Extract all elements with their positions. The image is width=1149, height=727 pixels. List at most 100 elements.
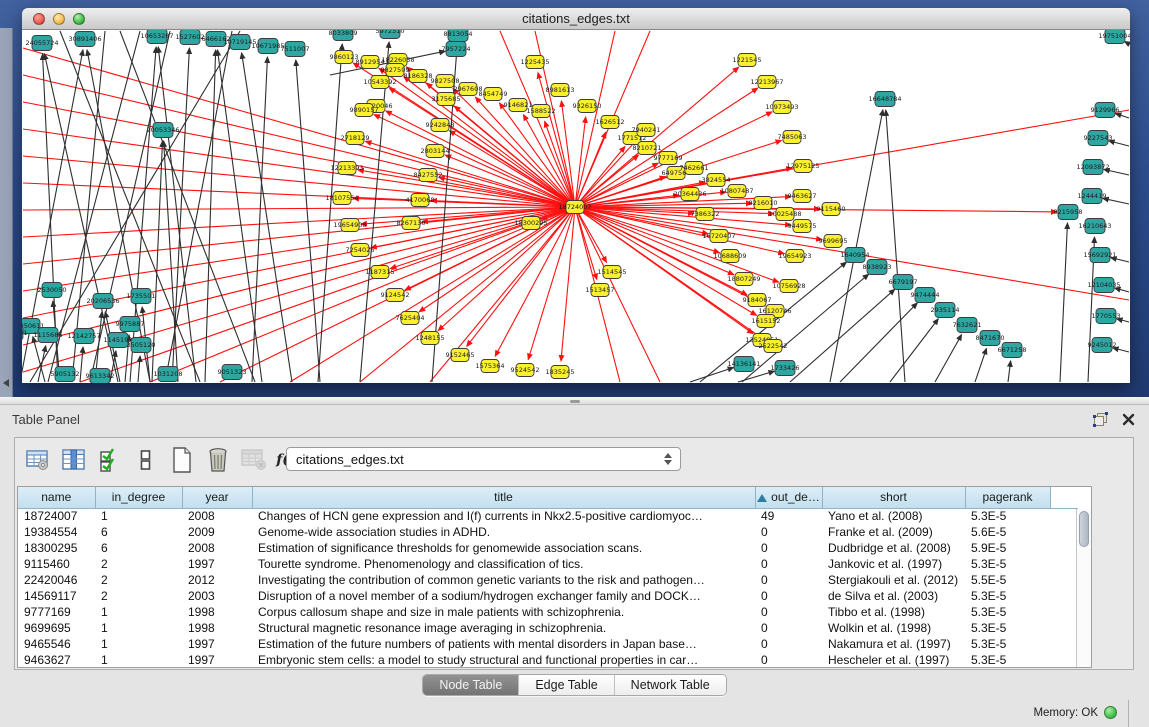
graph-node[interactable]: 8454749	[479, 88, 508, 101]
tab-edge-table[interactable]: Edge Table	[519, 675, 614, 695]
table-cell[interactable]: 1	[95, 604, 182, 620]
table-cell[interactable]: 5.6E-5	[965, 524, 1050, 540]
column-header-indegree[interactable]: in_degree	[95, 487, 182, 508]
table-row[interactable]: 1938455462009Genome-wide association stu…	[18, 524, 1078, 540]
graph-node[interactable]: 9524542	[511, 364, 540, 377]
graph-node[interactable]: 2530050	[38, 283, 67, 298]
table-cell[interactable]: 5.3E-5	[965, 652, 1050, 668]
graph-node[interactable]: 1626512	[596, 116, 625, 129]
window-titlebar[interactable]: citations_edges.txt	[22, 8, 1130, 30]
graph-node[interactable]: 1588522	[527, 105, 556, 118]
table-cell[interactable]: Genome-wide association studies in ADHD.	[252, 524, 755, 540]
table-cell[interactable]: 2	[95, 556, 182, 572]
table-cell[interactable]: 0	[755, 604, 822, 620]
graph-node[interactable]: 12213393	[330, 162, 363, 175]
table-row[interactable]: 911546021997Tourette syndrome. Phenomeno…	[18, 556, 1078, 572]
graph-node[interactable]: 19751004	[1098, 30, 1130, 44]
graph-node[interactable]: 9115460	[817, 203, 846, 216]
graph-node[interactable]: 7632621	[953, 318, 982, 333]
graph-node[interactable]: 16648784	[868, 92, 901, 107]
graph-node[interactable]: 14136141	[727, 357, 760, 372]
table-cell[interactable]: 6	[95, 524, 182, 540]
table-cell[interactable]: 2012	[182, 572, 252, 588]
graph-node[interactable]: 7957224	[442, 42, 471, 57]
graph-node[interactable]: 9242848	[426, 119, 455, 132]
table-cell[interactable]: 5.9E-5	[965, 540, 1050, 556]
graph-node[interactable]: 9474444	[911, 288, 940, 303]
table-cell[interactable]: 1998	[182, 620, 252, 636]
graph-node[interactable]: 10973493	[765, 101, 798, 114]
graph-node[interactable]: 1615152	[752, 315, 781, 328]
table-cell[interactable]: Investigating the contribution of common…	[252, 572, 755, 588]
table-cell[interactable]: 1997	[182, 636, 252, 652]
table-cell[interactable]: Disruption of a novel member of a sodium…	[252, 588, 755, 604]
float-window-icon[interactable]	[1091, 410, 1109, 428]
table-cell[interactable]: 9699695	[18, 620, 95, 636]
graph-node[interactable]: 12975125	[786, 160, 819, 173]
splitter-grip[interactable]	[570, 400, 580, 403]
graph-node[interactable]: 8267130	[397, 217, 426, 230]
tab-network-table[interactable]: Network Table	[615, 675, 726, 695]
table-cell[interactable]: Changes of HCN gene expression and I(f) …	[252, 508, 755, 524]
graph-node[interactable]: 1835245	[546, 366, 575, 379]
select-rows-icon[interactable]	[95, 446, 125, 474]
table-cell[interactable]: Tourette syndrome. Phenomenology and cla…	[252, 556, 755, 572]
table-cell[interactable]: Tibbo et al. (1998)	[822, 604, 965, 620]
graph-node[interactable]: 18807249	[727, 273, 760, 286]
graph-node[interactable]: 9227543	[1084, 131, 1113, 146]
panel-collapse-arrow-icon[interactable]	[3, 379, 9, 387]
tab-node-table[interactable]: Node Table	[423, 675, 519, 695]
graph-node[interactable]: 20364436	[673, 188, 706, 201]
graph-node[interactable]: 8033809	[329, 30, 358, 41]
table-cell[interactable]: 2	[95, 588, 182, 604]
table-cell[interactable]: 2003	[182, 588, 252, 604]
graph-node[interactable]: 9463627	[788, 190, 817, 203]
table-cell[interactable]: 0	[755, 556, 822, 572]
table-cell[interactable]: 18724007	[18, 508, 95, 524]
graph-node[interactable]: 9184067	[743, 294, 772, 307]
table-row[interactable]: 1872400712008Changes of HCN gene express…	[18, 508, 1078, 524]
table-cell[interactable]: 1	[95, 652, 182, 668]
table-cell[interactable]: 1	[95, 508, 182, 524]
graph-node[interactable]: 6671258	[998, 343, 1027, 358]
table-settings-icon[interactable]	[23, 446, 53, 474]
graph-node[interactable]: 20053346	[146, 123, 179, 138]
table-cell[interactable]: 49	[755, 508, 822, 524]
column-header-outde[interactable]: out_de…	[755, 487, 822, 508]
graph-node[interactable]: 6679197	[889, 275, 918, 290]
panel-splitter[interactable]	[0, 397, 1149, 405]
graph-node[interactable]: 7625404	[396, 312, 425, 325]
table-cell[interactable]: Estimation of significance thresholds fo…	[252, 540, 755, 556]
table-cell[interactable]: Wolkin et al. (1998)	[822, 620, 965, 636]
graph-node[interactable]: 8938923	[863, 260, 892, 275]
table-cell[interactable]: 5.5E-5	[965, 572, 1050, 588]
graph-node[interactable]: 1031208	[154, 367, 183, 382]
graph-node[interactable]: 7485063	[778, 131, 807, 144]
graph-node[interactable]: 9699695	[819, 235, 848, 248]
graph-node[interactable]: 1514545	[598, 266, 627, 279]
table-cell[interactable]: Yano et al. (2008)	[822, 508, 965, 524]
graph-node[interactable]: 24055724	[25, 36, 58, 51]
column-header-pagerank[interactable]: pagerank	[965, 487, 1050, 508]
graph-node[interactable]: 9051323	[218, 365, 247, 380]
delete-rows-icon[interactable]	[203, 446, 233, 474]
graph-node[interactable]: 10688609	[713, 250, 746, 263]
graph-node[interactable]: 5905132	[51, 367, 80, 382]
graph-node[interactable]: 15692921	[1083, 248, 1116, 263]
table-cell[interactable]: 1	[95, 620, 182, 636]
table-cell[interactable]: Jankovic et al. (1997)	[822, 556, 965, 572]
table-cell[interactable]: de Silva et al. (2003)	[822, 588, 965, 604]
table-cell[interactable]: 0	[755, 524, 822, 540]
column-header-short[interactable]: short	[822, 487, 965, 508]
graph-node[interactable]: 12093872	[1076, 160, 1109, 175]
graph-node[interactable]: 9975887	[116, 317, 145, 332]
graph-node[interactable]: 30891406	[68, 32, 101, 47]
table-row[interactable]: 1830029562008Estimation of significance …	[18, 540, 1078, 556]
table-cell[interactable]: 14569117	[18, 588, 95, 604]
table-row[interactable]: 1456911722003Disruption of a novel membe…	[18, 588, 1078, 604]
delete-table-icon[interactable]	[239, 446, 269, 474]
table-cell[interactable]: 22420046	[18, 572, 95, 588]
table-cell[interactable]: 2008	[182, 508, 252, 524]
table-cell[interactable]: 2	[95, 572, 182, 588]
graph-node[interactable]: 7254026	[346, 244, 375, 257]
